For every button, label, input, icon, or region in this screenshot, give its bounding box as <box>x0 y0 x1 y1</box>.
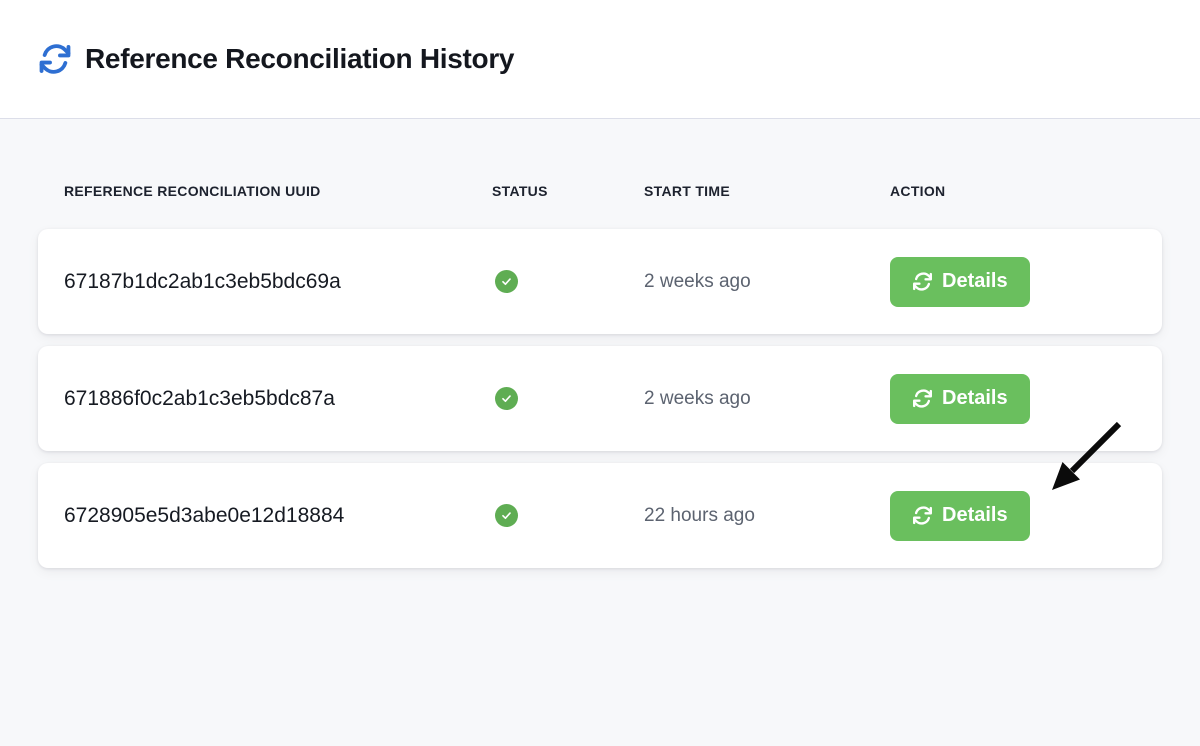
details-button[interactable]: Details <box>890 374 1030 424</box>
refresh-icon <box>912 388 933 409</box>
start-time-value: 22 hours ago <box>644 505 890 527</box>
check-circle-icon <box>495 504 518 527</box>
table-row: 6728905e5d3abe0e12d18884 22 hours ago De… <box>38 463 1162 568</box>
action-cell: Details <box>890 257 1136 307</box>
check-circle-icon <box>495 387 518 410</box>
status-cell <box>492 270 644 293</box>
uuid-value: 67187b1dc2ab1c3eb5bdc69a <box>64 270 492 294</box>
uuid-value: 6728905e5d3abe0e12d18884 <box>64 504 492 528</box>
refresh-icon <box>912 505 933 526</box>
action-cell: Details <box>890 491 1136 541</box>
page-title: Reference Reconciliation History <box>85 43 514 75</box>
column-header-status: STATUS <box>492 183 644 199</box>
refresh-icon <box>38 42 72 76</box>
details-button[interactable]: Details <box>890 257 1030 307</box>
history-table: REFERENCE RECONCILIATION UUID STATUS STA… <box>38 183 1162 568</box>
status-cell <box>492 504 644 527</box>
uuid-value: 671886f0c2ab1c3eb5bdc87a <box>64 387 492 411</box>
table-row: 671886f0c2ab1c3eb5bdc87a 2 weeks ago Det… <box>38 346 1162 451</box>
details-button-label: Details <box>942 387 1008 410</box>
details-button[interactable]: Details <box>890 491 1030 541</box>
details-button-label: Details <box>942 504 1008 527</box>
status-cell <box>492 387 644 410</box>
table-row: 67187b1dc2ab1c3eb5bdc69a 2 weeks ago Det… <box>38 229 1162 334</box>
page-header: Reference Reconciliation History <box>0 0 1200 119</box>
check-circle-icon <box>495 270 518 293</box>
table-header-row: REFERENCE RECONCILIATION UUID STATUS STA… <box>38 183 1162 199</box>
refresh-icon <box>912 271 933 292</box>
action-cell: Details <box>890 374 1136 424</box>
start-time-value: 2 weeks ago <box>644 271 890 293</box>
details-button-label: Details <box>942 270 1008 293</box>
start-time-value: 2 weeks ago <box>644 388 890 410</box>
column-header-action: ACTION <box>890 183 1136 199</box>
column-header-uuid: REFERENCE RECONCILIATION UUID <box>64 183 492 199</box>
column-header-start-time: START TIME <box>644 183 890 199</box>
